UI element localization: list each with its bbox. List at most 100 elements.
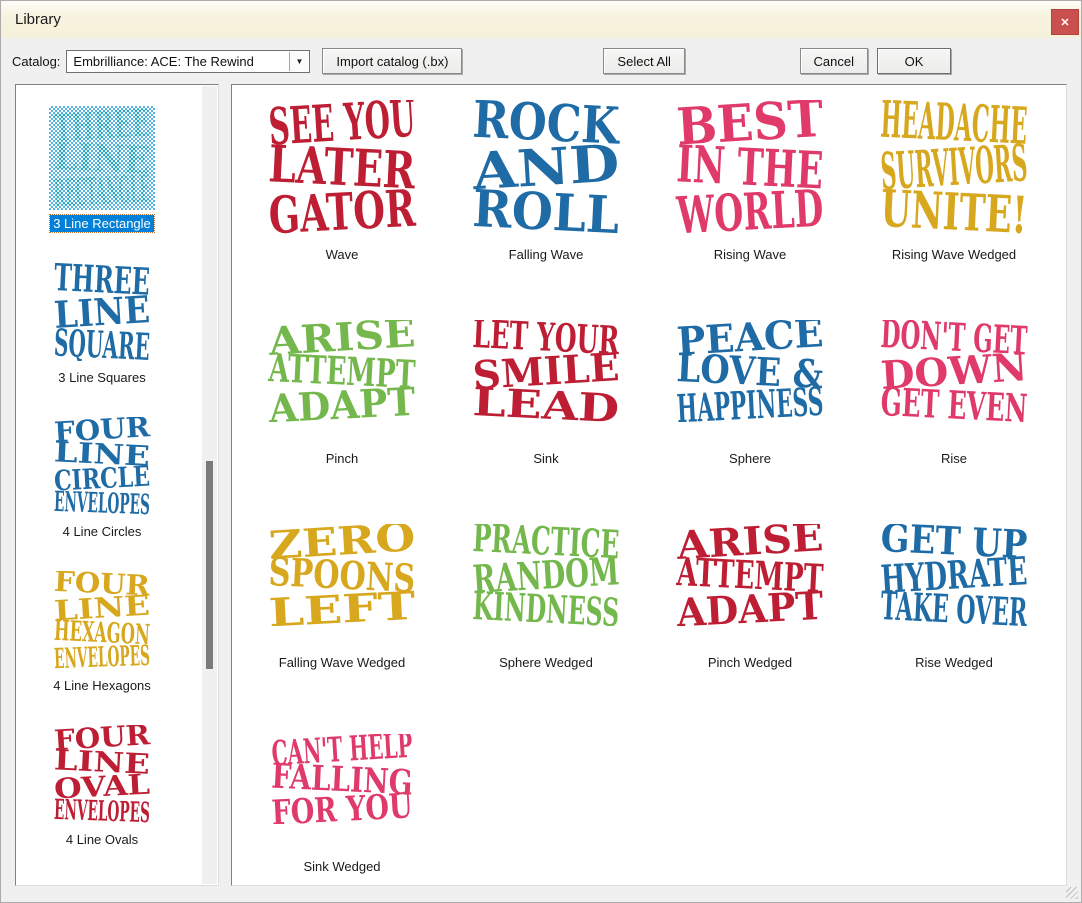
design-preview: ROCKANDROLL	[468, 100, 624, 234]
sidebar-thumbnail[interactable]: THREELINERECTANGLE	[49, 106, 155, 210]
gallery-item-label: Sphere Wedged	[499, 655, 593, 670]
design-text-line: KINDNESS	[472, 584, 621, 626]
gallery-item-label: Pinch Wedged	[708, 655, 792, 670]
sidebar-scrollbar[interactable]	[202, 86, 217, 884]
window-title: Library	[15, 11, 61, 28]
sidebar-thumbnail[interactable]: THREELINESQUARE	[49, 260, 155, 364]
cancel-button[interactable]: Cancel	[800, 48, 868, 74]
design-preview: BESTIN THEWORLD	[672, 100, 828, 234]
gallery-item[interactable]: ARISEATTEMPTADAPT Pinch	[240, 295, 444, 499]
design-preview: FOURLINEOVALENVELOPES	[51, 725, 153, 823]
design-text-line: UNITE!	[879, 179, 1028, 234]
design-preview: FOURLINEHEXAGONENVELOPES	[51, 571, 153, 669]
gallery-item-label: Sphere	[729, 451, 771, 466]
design-box: ROCKANDROLL	[444, 91, 648, 243]
sidebar-item-label: 3 Line Squares	[55, 369, 148, 386]
design-box: ARISEATTEMPTADAPT	[240, 295, 444, 447]
import-catalog-button[interactable]: Import catalog (.bx)	[322, 48, 462, 74]
gallery-item[interactable]: PRACTICERANDOMKINDNESS Sphere Wedged	[444, 499, 648, 703]
design-preview: PEACELOVE &HAPPINESS	[672, 320, 828, 422]
design-text-line: ROLL	[471, 179, 620, 234]
design-text-line: TAKE OVER	[880, 584, 1029, 626]
selection-checker-overlay	[49, 106, 155, 210]
gallery-item-label: Sink Wedged	[303, 859, 380, 874]
sidebar-item-label: 4 Line Ovals	[63, 831, 141, 848]
resize-grip[interactable]	[1066, 887, 1078, 899]
design-box: DON'T GETDOWNGET EVEN	[852, 295, 1056, 447]
gallery-item-label: Pinch	[326, 451, 359, 466]
design-box: HEADACHESURVIVORSUNITE!	[852, 91, 1056, 243]
gallery-item-label: Rising Wave	[714, 247, 786, 262]
gallery-item-label: Falling Wave	[509, 247, 584, 262]
design-text-line: ENVELOPES	[54, 793, 151, 823]
design-text-line: ADAPT	[675, 584, 825, 626]
library-dialog: Library ✕ Catalog: Embrilliance: ACE: Th…	[0, 0, 1082, 903]
ok-button[interactable]: OK	[877, 48, 951, 74]
design-preview: PRACTICERANDOMKINDNESS	[468, 524, 624, 626]
sidebar-thumbnail[interactable]: FOURLINEHEXAGONENVELOPES	[49, 568, 155, 672]
design-preview: DON'T GETDOWNGET EVEN	[876, 320, 1032, 422]
gallery-item-label: Sink	[533, 451, 558, 466]
catalog-dropdown[interactable]: Embrilliance: ACE: The Rewind ▼	[66, 50, 310, 73]
sidebar-item[interactable]: FOURLINECIRCLEENVELOPES4 Line Circles	[16, 414, 188, 568]
sidebar-panel: THREELINERECTANGLE3 Line RectangleTHREEL…	[15, 84, 219, 886]
design-text-line: LEFT	[268, 584, 417, 626]
gallery-grid: SEE YOULATERGATORWaveROCKANDROLL Falling …	[232, 85, 1066, 886]
design-preview: SEE YOULATERGATOR	[264, 100, 420, 234]
design-box: LET YOURSMILELEAD	[444, 295, 648, 447]
design-text-line: ENVELOPES	[54, 639, 151, 669]
select-all-button[interactable]: Select All	[603, 48, 684, 74]
sidebar-item[interactable]: FOURLINEOVALENVELOPES 4 Line Ovals	[16, 722, 188, 876]
design-text-line: ENVELOPES	[54, 485, 151, 515]
design-preview: THREELINESQUARE	[51, 263, 153, 361]
design-box: PEACELOVE &HAPPINESS	[648, 295, 852, 447]
close-icon: ✕	[1060, 16, 1069, 29]
gallery-item[interactable]: BESTIN THEWORLD Rising Wave	[648, 91, 852, 295]
gallery-item[interactable]: CAN'T HELPFALLINGFOR YOU Sink Wedged	[240, 703, 444, 886]
close-button[interactable]: ✕	[1051, 9, 1079, 35]
gallery-item-label: Rising Wave Wedged	[892, 247, 1016, 262]
design-text-line: FOR YOU	[271, 786, 414, 824]
chevron-down-glyph: ▼	[295, 57, 303, 66]
design-box: CAN'T HELPFALLINGFOR YOU	[240, 703, 444, 855]
gallery-item[interactable]: GET UPHYDRATETAKE OVERRise Wedged	[852, 499, 1056, 703]
gallery-item[interactable]: LET YOURSMILELEAD Sink	[444, 295, 648, 499]
design-text-line: GET EVEN	[880, 380, 1029, 422]
gallery-item[interactable]: ARISEATTEMPTADAPT Pinch Wedged	[648, 499, 852, 703]
design-preview: LET YOURSMILELEAD	[468, 320, 624, 422]
design-box: SEE YOULATERGATOR	[240, 91, 444, 243]
sidebar-item-label: 4 Line Hexagons	[50, 677, 154, 694]
gallery-item[interactable]: SEE YOULATERGATORWave	[240, 91, 444, 295]
gallery-item[interactable]: ZEROSPOONSLEFT Falling Wave Wedged	[240, 499, 444, 703]
design-text-line: ADAPT	[267, 380, 417, 422]
title-bar: Library ✕	[1, 1, 1081, 38]
design-text-line: SQUARE	[53, 320, 151, 361]
design-preview: ZEROSPOONSLEFT	[264, 524, 420, 626]
sidebar-thumbnail[interactable]: FOURLINEOVALENVELOPES	[49, 722, 155, 826]
design-preview: FOURLINECIRCLEENVELOPES	[51, 417, 153, 515]
design-box: ZEROSPOONSLEFT	[240, 499, 444, 651]
chevron-down-icon[interactable]: ▼	[289, 52, 308, 71]
gallery-item[interactable]: HEADACHESURVIVORSUNITE! Rising Wave Wedge…	[852, 91, 1056, 295]
gallery-item[interactable]: DON'T GETDOWNGET EVENRise	[852, 295, 1056, 499]
design-text-line: GATOR	[267, 179, 417, 234]
sidebar-item[interactable]: THREELINESQUARE 3 Line Squares	[16, 260, 188, 414]
catalog-label: Catalog:	[12, 54, 60, 69]
sidebar-scrollbar-thumb[interactable]	[206, 461, 213, 668]
sidebar-thumbnail[interactable]: FOURLINECIRCLEENVELOPES	[49, 414, 155, 518]
gallery-panel: SEE YOULATERGATORWaveROCKANDROLL Falling …	[231, 84, 1067, 886]
design-text-line: WORLD	[675, 179, 825, 234]
sidebar-item[interactable]: THREELINERECTANGLE 3 Line Rectangle	[16, 106, 188, 260]
design-text-line: HAPPINESS	[676, 380, 825, 422]
sidebar-item[interactable]: FOURLINEHEXAGONENVELOPES 4 Line Hexagons	[16, 568, 188, 722]
sidebar-list: THREELINERECTANGLE3 Line RectangleTHREEL…	[16, 106, 188, 876]
gallery-item-label: Falling Wave Wedged	[279, 655, 405, 670]
design-box: ARISEATTEMPTADAPT	[648, 499, 852, 651]
sidebar-item-label: 3 Line Rectangle	[50, 215, 154, 232]
gallery-item[interactable]: PEACELOVE &HAPPINESS Sphere	[648, 295, 852, 499]
design-box: BESTIN THEWORLD	[648, 91, 852, 243]
design-preview: ARISEATTEMPTADAPT	[672, 524, 828, 626]
catalog-dropdown-value: Embrilliance: ACE: The Rewind	[73, 54, 253, 69]
design-text-line: LEAD	[472, 380, 621, 422]
gallery-item[interactable]: ROCKANDROLL Falling Wave	[444, 91, 648, 295]
